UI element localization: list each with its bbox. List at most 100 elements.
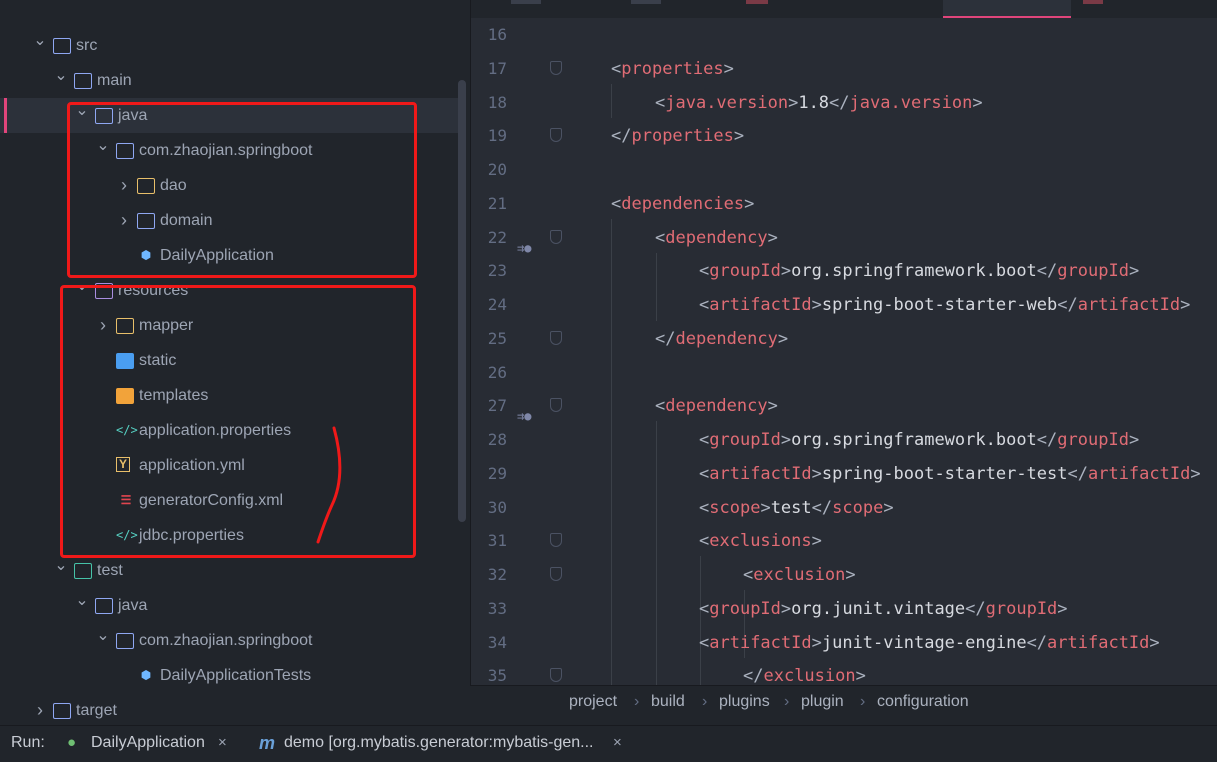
chevron-down-icon[interactable]: ⌄ [54,58,68,93]
code-line[interactable]: 31 <exclusions> [471,524,1217,558]
run-tab-dailyapplication[interactable]: DailyApplication [91,726,205,760]
fold-marker-icon[interactable] [550,398,562,413]
fold-marker-icon[interactable] [550,60,562,75]
tree-item-target[interactable]: › target [0,693,458,725]
line-number: 29 [487,463,507,483]
xml-tag-text: <groupId>org.springframework.boot</group… [699,430,1140,450]
run-toolbar: Run: ● DailyApplication × m demo [org.my… [0,725,1217,762]
xml-tag-text: <artifactId>junit-vintage-engine</artifa… [699,632,1160,653]
tree-item-test[interactable]: ⌄ test [0,553,458,588]
line-number: 34 [487,632,507,652]
close-run-tab-icon[interactable]: × [218,726,227,760]
xml-tag-text: <properties> [611,58,734,79]
fold-marker-icon[interactable] [550,330,562,345]
xml-tag-text: <scope>test</scope> [699,497,894,518]
spring-run-icon: ● [67,734,77,751]
code-line[interactable]: 29 <artifactId>spring-boot-starter-test</… [471,457,1217,491]
tree-item-label: target [76,702,117,719]
code-line[interactable]: 30 <scope>test</scope> [471,491,1217,525]
xml-tag-text: <artifactId>spring-boot-starter-web</art… [699,295,1191,315]
tree-item-label: src [76,37,98,54]
active-editor-tab[interactable] [943,0,1071,18]
spring-class-icon: ⬢ [140,668,152,682]
tree-item-label: test [97,562,123,579]
folder-icon [53,703,71,719]
line-number: 33 [487,598,507,618]
line-number: 24 [487,295,507,314]
line-number: 21 [487,193,507,213]
tree-scrollbar[interactable] [458,80,466,522]
line-number: 22 [487,227,507,247]
line-number: 35 [487,666,507,685]
tree-item-com-zhaojian-springboot[interactable]: ⌄ com.zhaojian.springboot [0,623,458,658]
line-number: 16 [487,25,507,44]
fold-marker-icon[interactable] [550,128,562,143]
tree-item-label: java [118,597,148,614]
code-line[interactable]: 27 ⇉● <dependency> [471,389,1217,423]
code-line[interactable]: 20 [471,153,1217,187]
xml-tag-text: <java.version>1.8</java.version> [655,92,983,113]
code-line[interactable]: 34 <artifactId>junit-vintage-engine</arti… [471,626,1217,660]
line-number: 26 [487,362,507,382]
package-icon [116,633,134,649]
code-line[interactable]: 19 </properties> [471,119,1217,153]
xml-tag-text: </properties> [611,126,745,147]
line-number: 17 [487,58,507,78]
code-line[interactable]: 26 [471,356,1217,390]
breadcrumb-project[interactable]: project [569,686,617,718]
xml-tag-text: <exclusions> [699,531,822,552]
chevron-down-icon[interactable]: ⌄ [33,23,47,58]
source-folder-icon [53,38,71,54]
code-line[interactable]: 22 ⇉● <dependency> [471,221,1217,255]
run-tab-mybatis-generator[interactable]: demo [org.mybatis.generator:mybatis-gen.… [284,726,593,760]
fold-marker-icon[interactable] [550,567,562,581]
line-number: 20 [487,160,507,179]
xml-tag-text: <groupId>org.junit.vintage</groupId> [699,598,1068,619]
line-number: 31 [487,531,507,551]
xml-tag-text: <dependency> [655,227,778,248]
code-line[interactable]: 25 </dependency> [471,322,1217,356]
tree-item-src[interactable]: ⌄ src [0,28,458,63]
fold-marker-icon[interactable] [550,668,562,683]
chevron-right-icon[interactable]: › [33,693,47,725]
xml-tag-text: <exclusion> [743,565,856,585]
code-line[interactable]: 23 <groupId>org.springframework.boot</gro… [471,254,1217,288]
xml-tag-text: <artifactId>spring-boot-starter-test</ar… [699,463,1201,484]
code-line[interactable]: 24 <artifactId>spring-boot-starter-web</a… [471,288,1217,322]
line-number: 28 [487,430,507,449]
tree-item-label: DailyApplicationTests [160,667,312,684]
test-folder-icon [74,563,92,579]
tree-item-dailyapplicationtests[interactable]: ⬢ DailyApplicationTests [0,658,458,693]
annotation-box-resources [60,285,416,558]
folder-icon [74,73,92,89]
code-line[interactable]: 32 <exclusion> [471,558,1217,592]
breadcrumb-plugin[interactable]: plugin [801,686,844,718]
code-line[interactable]: 16 [471,18,1217,52]
xml-tag-text: <dependency> [655,396,778,417]
line-number: 23 [487,261,507,281]
close-run-tab-icon[interactable]: × [613,726,622,760]
tree-item-java[interactable]: ⌄ java [0,588,458,623]
xml-tag-text: </exclusion> [743,666,866,685]
code-line[interactable]: 17 <properties> [471,52,1217,86]
maven-icon: m [259,733,276,753]
fold-marker-icon[interactable] [550,229,562,244]
tree-item-label: main [97,72,132,89]
folder-icon [95,598,113,614]
code-editor[interactable]: 16 17 <properties> 18 <java.version>1.8</jav… [470,0,1217,685]
breadcrumb-configuration[interactable]: configuration [877,686,969,718]
code-line[interactable]: 35 </exclusion> [471,659,1217,685]
code-line[interactable]: 18 <java.version>1.8</java.version> [471,86,1217,120]
code-line[interactable]: 33 <groupId>org.junit.vintage</groupId> [471,592,1217,626]
chevron-down-icon[interactable]: ⌄ [96,618,110,653]
line-number: 30 [487,497,507,517]
line-number: 19 [487,126,507,146]
code-line[interactable]: 21 <dependencies> [471,187,1217,221]
breadcrumb-build[interactable]: build [651,686,685,718]
breadcrumb-plugins[interactable]: plugins [719,686,770,718]
fold-marker-icon[interactable] [550,533,562,548]
tree-item-main[interactable]: ⌄ main [0,63,458,98]
code-line[interactable]: 28 <groupId>org.springframework.boot</gro… [471,423,1217,457]
chevron-down-icon[interactable]: ⌄ [75,583,89,618]
annotation-scribble [316,426,342,544]
